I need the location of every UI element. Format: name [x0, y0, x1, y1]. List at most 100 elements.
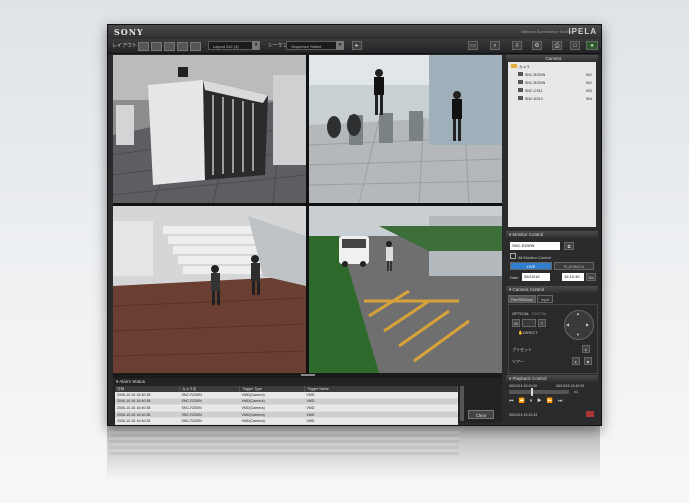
tree-root[interactable]: カメラ [511, 64, 530, 71]
tree-item-camera-4[interactable]: SNC-DS10 904 [518, 96, 594, 103]
alarm-scrollbar[interactable] [460, 386, 464, 421]
go-button[interactable]: Go [586, 273, 596, 281]
alarm-cell: VMD [304, 417, 458, 425]
layout-1x1-button[interactable] [138, 42, 149, 51]
date-field[interactable]: 06/10/16 [522, 273, 550, 281]
camera-view-2[interactable] [309, 55, 502, 203]
direct-button[interactable]: ✋DIRECT [518, 330, 538, 335]
sequence-select-value: Sequence Select [291, 44, 322, 49]
rewind-icon[interactable]: ⏪ [519, 398, 530, 404]
arrow-left-icon[interactable]: ◀ [566, 322, 569, 327]
date-label: Date [510, 275, 519, 280]
printer-icon[interactable]: ⎙ [552, 41, 562, 50]
tree-item-camera-1[interactable]: SNC-RZ50N 901 [518, 72, 594, 79]
tree-item-camera-3[interactable]: SNC-CS11 903 [518, 88, 594, 95]
alarm-cell: 2006-10-16 16:40:38 [115, 411, 180, 419]
digital-label[interactable]: DIGITAL [532, 311, 547, 316]
arrow-down-icon[interactable]: ▼ [576, 332, 580, 337]
arrow-right-icon[interactable]: ▶ [586, 322, 589, 327]
skip-forward-icon[interactable]: ⏭ [558, 398, 568, 404]
zoom-tele-button[interactable]: T [538, 319, 546, 327]
alarm-cell: VMD [304, 398, 458, 406]
tour-play-button[interactable]: ▸ [572, 357, 580, 365]
camera-icon[interactable]: ● [586, 41, 598, 50]
splitter-grip[interactable] [301, 374, 315, 376]
monitor-icon[interactable]: ▭ [468, 41, 478, 50]
playback-current: 06/10/16 16:22:43 [509, 413, 538, 417]
playback-timeline[interactable] [509, 388, 569, 396]
video-grid [113, 55, 502, 373]
preset-label: プリセット [512, 347, 532, 352]
playback-speed: x1 [574, 389, 579, 394]
zoom-wide-button[interactable]: W [512, 319, 520, 327]
camera-icon [518, 88, 523, 92]
table-row[interactable]: 2006-10-16 16:40:38 SNC-RZ50N VMD(Camera) V… [115, 411, 458, 419]
table-row[interactable]: 2006-10-16 16:40:38 SNC-RZ50N VMD(Camera) V… [115, 417, 458, 425]
camera-control-header: ▾ Camera Control [506, 286, 598, 293]
chevron-down-icon: ▾ [336, 41, 344, 50]
play-sequence-button[interactable]: ▸ [352, 41, 362, 50]
playback-control-header: ▾ Playback Control [506, 375, 598, 382]
tab-input[interactable]: Input [537, 295, 553, 303]
timeline-cursor[interactable] [531, 388, 533, 396]
camera-view-2-image [309, 55, 502, 203]
arrow-up-icon[interactable]: ▲ [576, 311, 580, 316]
title-bar: SONY Network Surveillance Monitor IPELA [108, 25, 601, 39]
clear-button[interactable]: Clear [468, 410, 494, 419]
tour-stop-button[interactable]: ■ [584, 357, 592, 365]
camera-tree: カメラ SNC-RZ50N 901 SNC-RZ50N 901 SNC-CS11 90… [508, 62, 596, 227]
camera-view-3-image [113, 206, 306, 373]
direct-label: DIRECT [522, 330, 538, 335]
record-icon[interactable] [586, 411, 594, 417]
alarm-cell: SNC-RZ50N [179, 398, 240, 406]
fast-forward-icon[interactable]: ⏩ [547, 398, 558, 404]
monitor-camera-field[interactable]: SNC-RZ50N [510, 242, 560, 250]
camera-id: 903 [586, 89, 592, 93]
table-row[interactable]: 2006-10-16 16:40:38 SNC-RZ50N VMD(Camera) V… [115, 398, 458, 406]
skip-back-icon[interactable]: ⏮ [509, 398, 519, 404]
camera-view-3[interactable] [113, 206, 306, 373]
layout-3x3-button[interactable] [164, 42, 175, 51]
camera-id: 901 [586, 81, 592, 85]
ipela-logo: IPELA [568, 27, 597, 36]
list-icon[interactable]: ≡ [512, 41, 522, 50]
layout-select[interactable]: Layout 2x2 (4) ▾ [208, 41, 260, 50]
transport-controls: ⏮⏪⏸▶⏩⏭ [509, 398, 597, 406]
product-name: Network Surveillance Monitor [520, 29, 573, 34]
camera-view-4[interactable] [309, 206, 502, 373]
layout-4x4-button[interactable] [177, 42, 188, 51]
chevron-down-icon: ▾ [252, 41, 260, 50]
tree-item-camera-2[interactable]: SNC-RZ50N 901 [518, 80, 594, 87]
folder-icon [511, 64, 517, 68]
playback-control-title: Playback Control [512, 376, 547, 381]
layout-2x2-button[interactable] [151, 42, 162, 51]
optical-label[interactable]: OPTICAL [512, 311, 529, 316]
alarm-cell: VMD(Camera) [239, 398, 305, 406]
camera-list-header: Camera [506, 55, 598, 62]
reflection-table [109, 428, 459, 458]
tab-pan-tilt-zoom[interactable]: Pan/Tilt/Zoom [508, 295, 536, 303]
search-icon[interactable]: ⌕ [490, 41, 500, 50]
alarm-cell: VMD [304, 404, 458, 412]
all-monitor-control[interactable]: All Monitor Control [510, 253, 551, 260]
layout-custom-button[interactable] [190, 42, 201, 51]
table-row[interactable]: 2006-10-16 16:40:38 SNC-RZ50N VMD(Camera) V… [115, 404, 458, 412]
camera-view-4-image [309, 206, 502, 373]
settings-icon[interactable]: ⚙ [532, 41, 542, 50]
camera-view-1[interactable] [113, 55, 306, 203]
camera-select-button[interactable]: ⧉ [564, 242, 574, 250]
live-button[interactable]: LIVE [510, 262, 552, 270]
camera-id: 904 [586, 97, 592, 101]
window-reflection [107, 426, 600, 503]
play-icon[interactable]: ▶ [537, 398, 546, 404]
all-monitor-label: All Monitor Control [518, 255, 551, 260]
time-field[interactable]: 16:10:30 [562, 273, 584, 281]
alarm-cell: SNC-RZ50N [179, 411, 240, 419]
window-icon[interactable]: □ [570, 41, 580, 50]
playback-button[interactable]: PLAYBACK [554, 262, 594, 270]
toolbar: レイアウト Layout 2x2 (4) ▾ シーケンス Sequence Sel… [108, 39, 601, 54]
zoom-slider[interactable] [522, 319, 536, 327]
preset-go-button[interactable]: ▸ [582, 345, 590, 353]
sequence-select[interactable]: Sequence Select ▾ [286, 41, 344, 50]
brand-logo: SONY [114, 27, 144, 37]
